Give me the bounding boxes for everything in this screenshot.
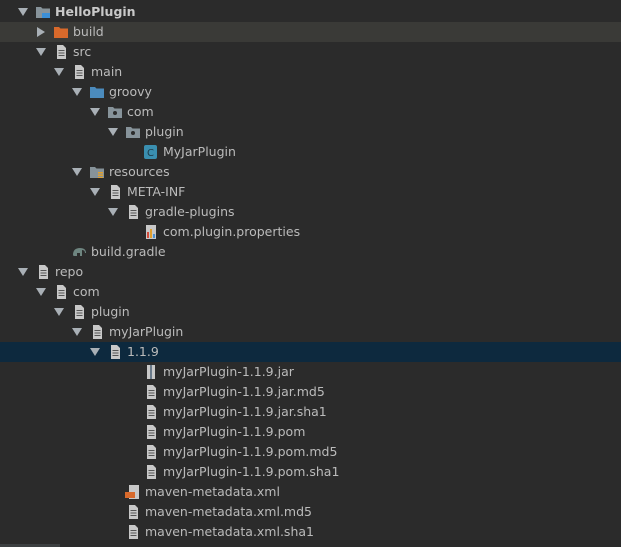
folder-icon [107, 185, 123, 199]
tree-node[interactable]: myJarPlugin-1.1.9.pom.sha1 [0, 462, 621, 482]
tree-node-label: myJarPlugin-1.1.9.jar [163, 364, 294, 379]
tree-node[interactable]: maven-metadata.xml.sha1 [0, 522, 621, 542]
folder-icon [89, 325, 105, 339]
package-icon [125, 125, 141, 139]
tree-node-label: 1.1.9 [127, 344, 159, 359]
collapse-arrow-right-icon[interactable] [37, 27, 45, 37]
text-file-icon [143, 405, 159, 419]
tree-node-label: groovy [109, 84, 152, 99]
tree-node[interactable]: META-INF [0, 182, 621, 202]
tree-node[interactable]: 1.1.9 [0, 342, 621, 362]
expand-arrow-down-icon[interactable] [90, 108, 100, 116]
tree-node[interactable]: myJarPlugin [0, 322, 621, 342]
tree-node[interactable]: myJarPlugin-1.1.9.pom.md5 [0, 442, 621, 462]
tree-node[interactable]: myJarPlugin-1.1.9.pom [0, 422, 621, 442]
folder-icon [53, 285, 69, 299]
tree-node-label: maven-metadata.xml.sha1 [145, 524, 314, 539]
text-file-icon [143, 385, 159, 399]
tree-node[interactable]: build.gradle [0, 242, 621, 262]
tree-node-label: plugin [91, 304, 130, 319]
tree-node-label: MyJarPlugin [163, 144, 236, 159]
tree-node[interactable]: HelloPlugin [0, 2, 621, 22]
gradle-elephant-icon [71, 245, 87, 259]
expand-arrow-down-icon[interactable] [54, 68, 64, 76]
expand-arrow-down-icon[interactable] [18, 8, 28, 16]
properties-file-icon [143, 225, 159, 239]
tree-node[interactable]: com.plugin.properties [0, 222, 621, 242]
orange-folder-icon [53, 25, 69, 39]
tree-node-label: myJarPlugin-1.1.9.pom.md5 [163, 444, 338, 459]
expand-arrow-down-icon[interactable] [108, 128, 118, 136]
tree-node[interactable]: maven-metadata.xml.md5 [0, 502, 621, 522]
expand-arrow-down-icon[interactable] [72, 328, 82, 336]
expand-arrow-down-icon[interactable] [18, 268, 28, 276]
folder-icon [71, 65, 87, 79]
tree-node[interactable]: com [0, 102, 621, 122]
tree-node-label: myJarPlugin-1.1.9.pom.sha1 [163, 464, 340, 479]
tree-node-label: myJarPlugin [109, 324, 184, 339]
tree-node-label: main [91, 64, 123, 79]
tree-node-label: repo [55, 264, 84, 279]
expand-arrow-down-icon[interactable] [90, 188, 100, 196]
tree-node-label: maven-metadata.xml.md5 [145, 504, 312, 519]
tree-node[interactable]: src [0, 42, 621, 62]
folder-icon [35, 265, 51, 279]
tree-node[interactable]: com [0, 282, 621, 302]
tree-node[interactable]: main [0, 62, 621, 82]
text-file-icon [125, 505, 141, 519]
tree-node-label: resources [109, 164, 170, 179]
tree-node[interactable]: myJarPlugin-1.1.9.jar [0, 362, 621, 382]
package-icon [107, 105, 123, 119]
tree-node-label: com [73, 284, 100, 299]
expand-arrow-down-icon[interactable] [36, 48, 46, 56]
tree-node-label: HelloPlugin [55, 4, 136, 19]
tree-node[interactable]: maven-metadata.xml [0, 482, 621, 502]
text-file-icon [143, 425, 159, 439]
tree-node-label: META-INF [127, 184, 186, 199]
folder-icon [53, 45, 69, 59]
svg-text:C: C [147, 148, 154, 159]
folder-icon [107, 345, 123, 359]
tree-node-label: gradle-plugins [145, 204, 235, 219]
tree-node[interactable]: C MyJarPlugin [0, 142, 621, 162]
resources-folder-icon [89, 165, 105, 179]
expand-arrow-down-icon[interactable] [36, 288, 46, 296]
folder-icon [125, 205, 141, 219]
tree-node-label: com.plugin.properties [163, 224, 301, 239]
expand-arrow-down-icon[interactable] [108, 208, 118, 216]
tree-node-label: myJarPlugin-1.1.9.jar.md5 [163, 384, 325, 399]
tree-node[interactable]: myJarPlugin-1.1.9.jar.sha1 [0, 402, 621, 422]
tree-node-label: src [73, 44, 92, 59]
tree-node-label: maven-metadata.xml [145, 484, 280, 499]
tree-node-label: build.gradle [91, 244, 166, 259]
tree-node[interactable]: groovy [0, 82, 621, 102]
tree-node-label: myJarPlugin-1.1.9.pom [163, 424, 306, 439]
project-tree: HelloPlugin build src main groovy com pl… [0, 2, 621, 542]
tree-node[interactable]: build [0, 22, 621, 42]
tree-node[interactable]: repo [0, 262, 621, 282]
text-file-icon [143, 465, 159, 479]
groovy-class-icon: C [143, 145, 159, 159]
tree-node[interactable]: myJarPlugin-1.1.9.jar.md5 [0, 382, 621, 402]
tree-node-label: myJarPlugin-1.1.9.jar.sha1 [163, 404, 327, 419]
text-file-icon [125, 525, 141, 539]
tree-node[interactable]: gradle-plugins [0, 202, 621, 222]
tree-node-label: com [127, 104, 154, 119]
xml-file-icon [125, 485, 141, 499]
expand-arrow-down-icon[interactable] [72, 168, 82, 176]
expand-arrow-down-icon[interactable] [90, 348, 100, 356]
jar-file-icon [143, 365, 159, 379]
expand-arrow-down-icon[interactable] [72, 88, 82, 96]
tree-node-label: plugin [145, 124, 184, 139]
source-folder-icon [89, 85, 105, 99]
tree-node[interactable]: plugin [0, 302, 621, 322]
tree-node[interactable]: resources [0, 162, 621, 182]
project-folder-icon [35, 5, 51, 19]
folder-icon [71, 305, 87, 319]
tree-node-label: build [73, 24, 104, 39]
tree-node[interactable]: plugin [0, 122, 621, 142]
text-file-icon [143, 445, 159, 459]
expand-arrow-down-icon[interactable] [54, 308, 64, 316]
